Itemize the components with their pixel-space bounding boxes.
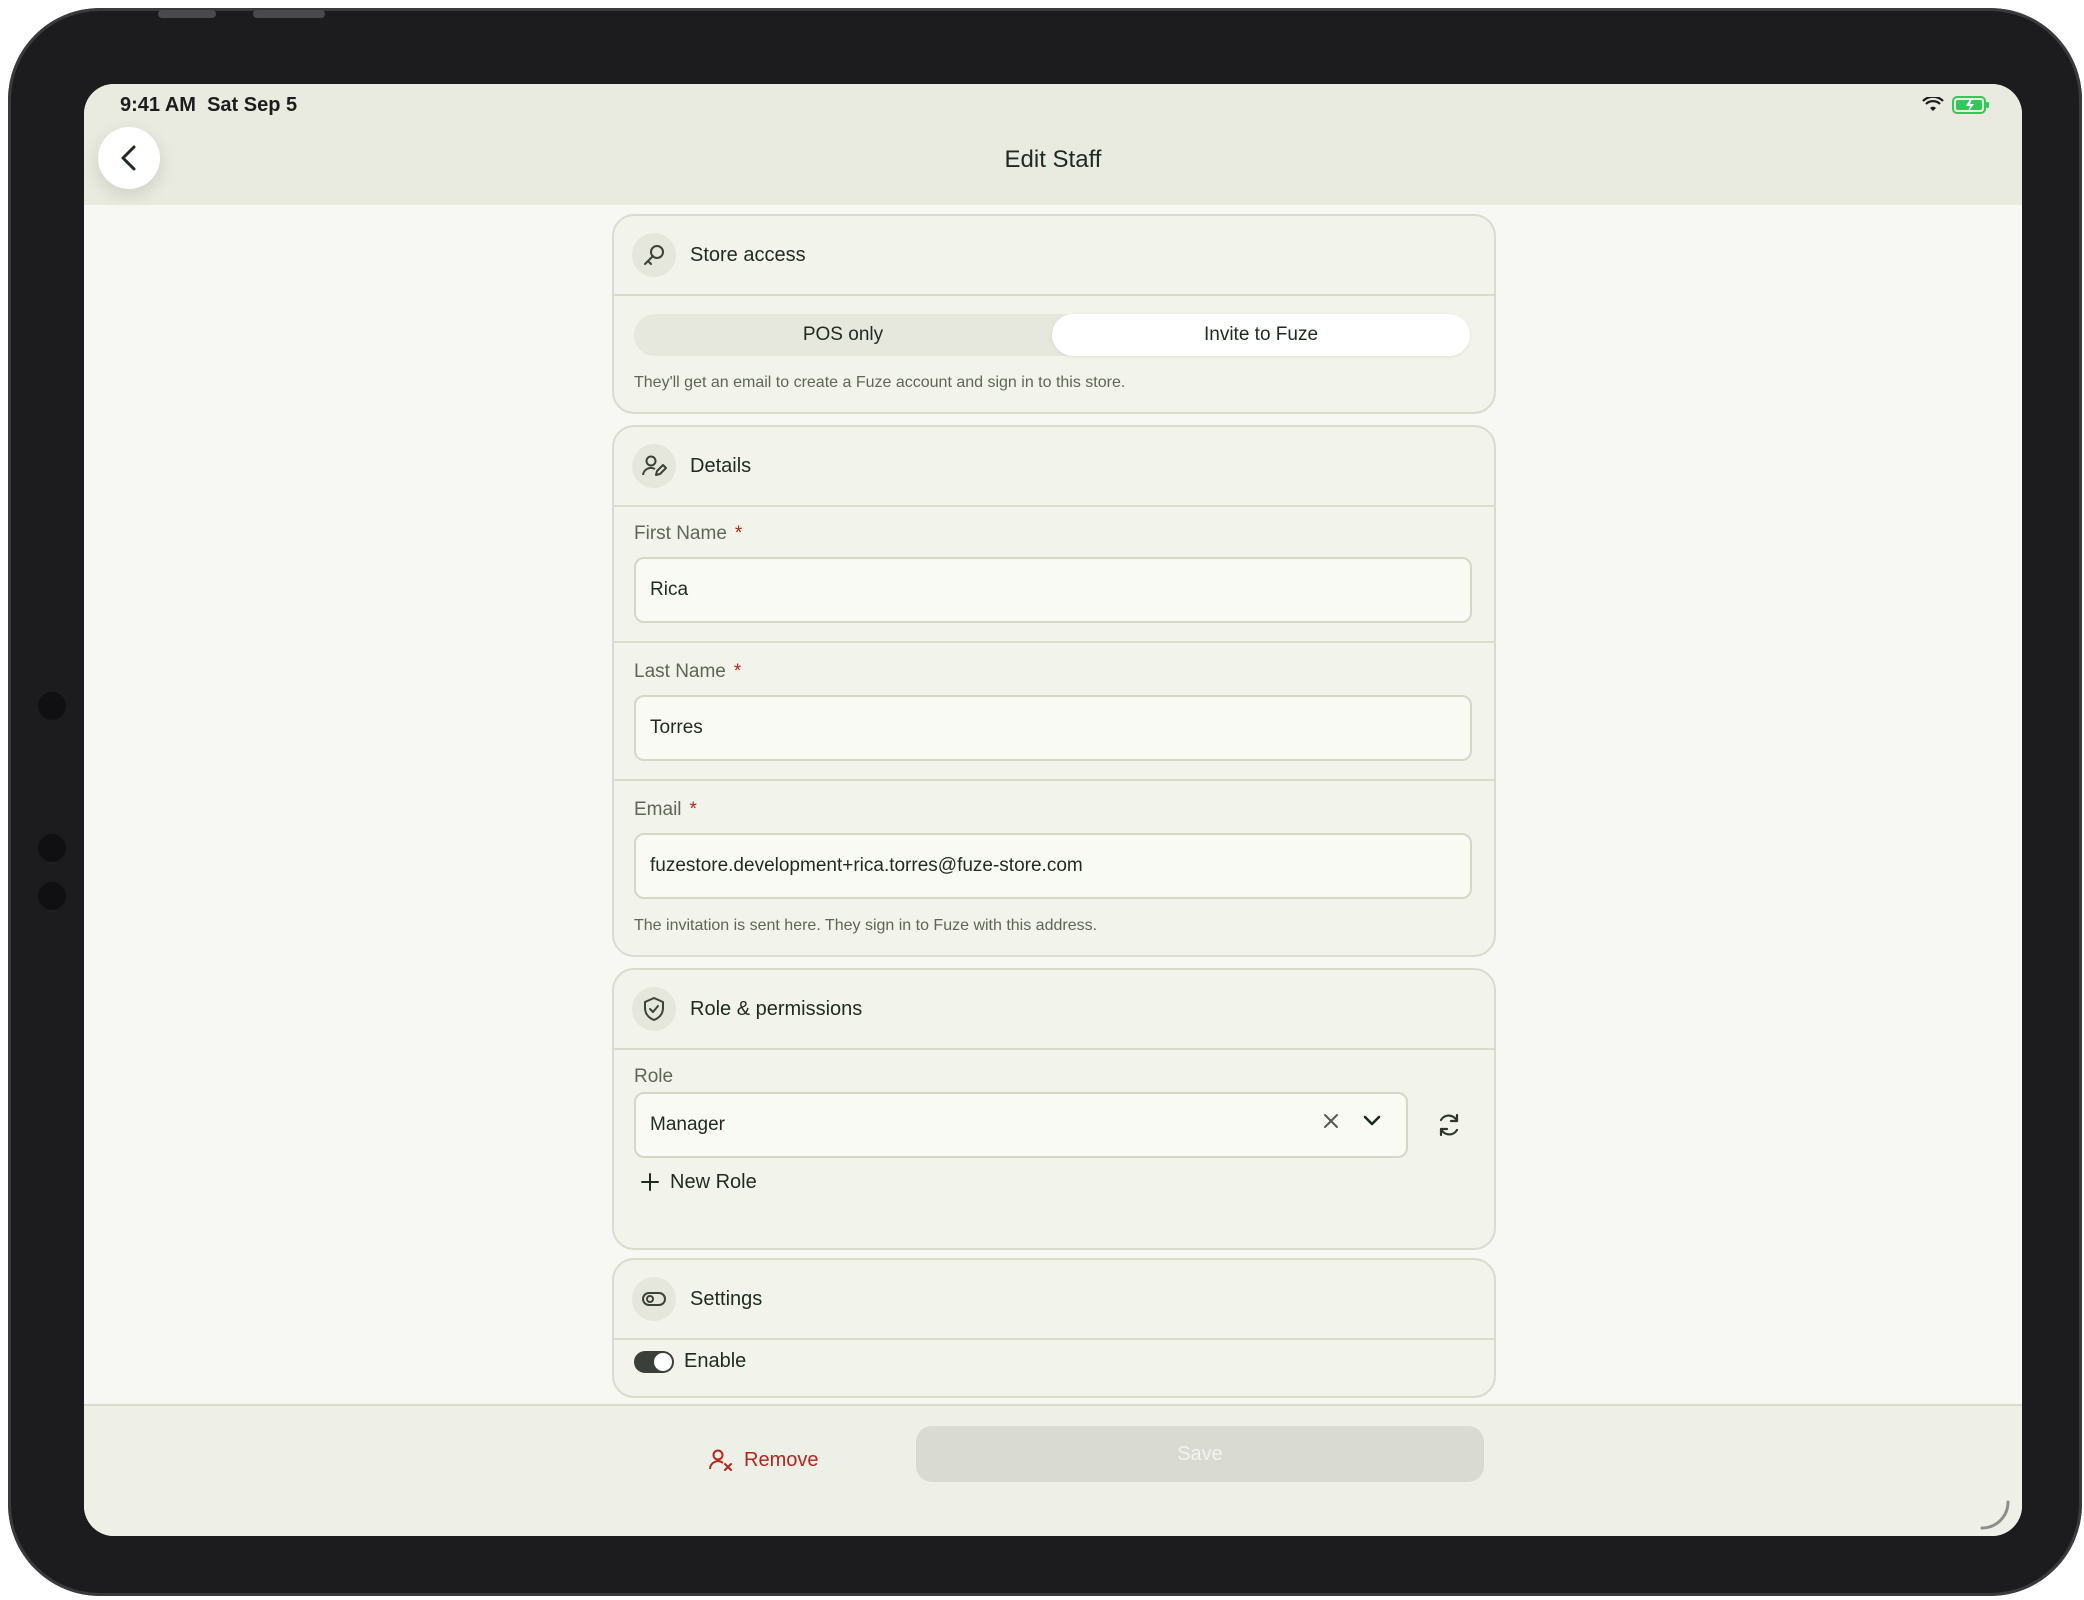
ipad-frame: 9:41 AM Sat Sep 5 Edit Staff Store acces…: [8, 8, 2082, 1596]
enable-label: Enable: [684, 1350, 747, 1372]
card-title: Details: [690, 454, 752, 477]
first-name-label: First Name *: [634, 523, 743, 544]
details-card: Details First Name * Rica Last Name * Torr…: [612, 425, 1496, 957]
refresh-icon: [1439, 1113, 1459, 1137]
power-button: [253, 10, 325, 18]
segment-pos-only[interactable]: POS only: [634, 314, 1052, 356]
refresh-roles-button[interactable]: [1432, 1108, 1466, 1142]
enable-toggle[interactable]: [634, 1350, 674, 1373]
sensor-dot: [38, 882, 66, 910]
page-title: Edit Staff: [1004, 146, 1102, 173]
last-name-label: Last Name *: [634, 661, 742, 682]
plus-icon: [641, 1173, 659, 1191]
card-header: Settings: [614, 1260, 1494, 1340]
select-controls: [1322, 1112, 1382, 1130]
access-segmented-control: POS only Invite to Fuze: [634, 314, 1470, 356]
card-header: Role & permissions: [614, 970, 1494, 1050]
shield-icon: [632, 987, 676, 1031]
email-hint: The invitation is sent here. They sign i…: [634, 917, 1098, 934]
wifi-icon: [1922, 97, 1944, 111]
card-header: Details: [614, 427, 1494, 507]
sensor-dot: [38, 834, 66, 862]
battery-icon: [1952, 96, 1989, 114]
divider: [614, 779, 1494, 781]
card-title: Role & permissions: [690, 997, 863, 1020]
top-bar: 9:41 AM Sat Sep 5 Edit Staff: [84, 84, 2022, 205]
chevron-down-icon[interactable]: [1362, 1114, 1382, 1128]
status-icons: [1922, 96, 1990, 114]
role-label: Role: [634, 1066, 674, 1087]
new-role-button[interactable]: New Role: [640, 1162, 757, 1202]
segment-invite-to-fuze[interactable]: Invite to Fuze: [1052, 314, 1470, 356]
divider: [614, 641, 1494, 643]
bottom-action-bar: Remove Save: [84, 1404, 2022, 1536]
last-name-input[interactable]: Torres: [634, 695, 1472, 761]
email-label: Email *: [634, 799, 697, 820]
remove-button[interactable]: Remove: [708, 1440, 818, 1480]
role-card: Role & permissions Role Manager New Role: [612, 968, 1496, 1250]
toggle-knob: [654, 1352, 672, 1371]
first-name-input[interactable]: Rica: [634, 557, 1472, 623]
user-edit-icon: [632, 444, 676, 488]
enable-row: Enable: [634, 1350, 746, 1373]
user-remove-icon: [709, 1449, 732, 1471]
toggle-icon: [632, 1277, 676, 1321]
card-title: Store access: [690, 243, 806, 266]
sensor-dot: [38, 692, 66, 720]
role-select[interactable]: Manager: [634, 1092, 1408, 1158]
scroll-indicator-icon: [1980, 1500, 2010, 1530]
save-button[interactable]: Save: [916, 1426, 1484, 1482]
store-access-card: Store access POS only Invite to Fuze The…: [612, 214, 1496, 414]
key-icon: [632, 233, 676, 277]
email-input[interactable]: fuzestore.development+rica.torres@fuze-s…: [634, 833, 1472, 899]
settings-card: Settings Enable: [612, 1258, 1496, 1398]
card-title: Settings: [690, 1287, 763, 1310]
access-hint: They'll get an email to create a Fuze ac…: [634, 374, 1126, 391]
volume-button: [158, 10, 216, 18]
app-screen: 9:41 AM Sat Sep 5 Edit Staff Store acces…: [84, 84, 2022, 1536]
status-time: 9:41 AM Sat Sep 5: [120, 94, 298, 116]
clear-icon[interactable]: [1322, 1112, 1340, 1130]
card-header: Store access: [614, 216, 1494, 296]
